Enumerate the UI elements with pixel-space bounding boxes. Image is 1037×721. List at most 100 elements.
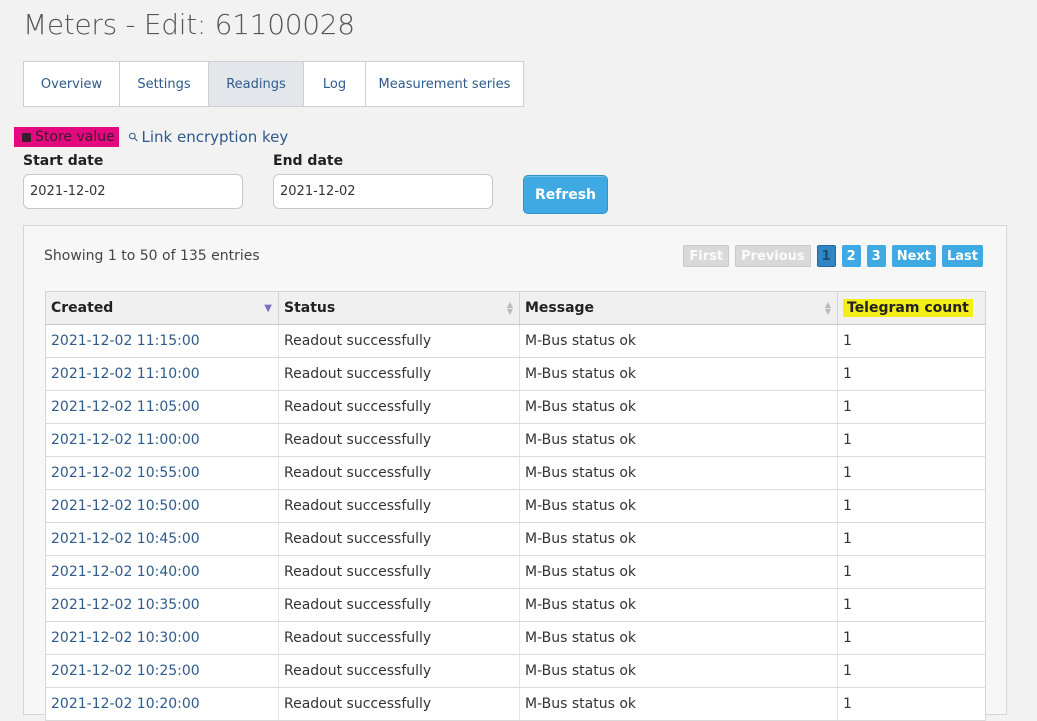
column-telegram-count-label: Telegram count xyxy=(843,299,973,317)
cell-status: Readout successfully xyxy=(278,423,520,457)
pager-first-button[interactable]: First xyxy=(683,245,730,267)
column-header-status[interactable]: Status ▲ ▼ xyxy=(278,291,520,325)
end-date-input[interactable] xyxy=(273,174,493,209)
tab-measurement-series[interactable]: Measurement series xyxy=(366,62,523,106)
cell-created: 2021-12-02 11:10:00 xyxy=(45,357,279,391)
cell-message: M-Bus status ok xyxy=(519,654,838,688)
pager-page-2[interactable]: 2 xyxy=(841,245,861,267)
cell-telegram-count: 1 xyxy=(837,654,986,688)
cell-created: 2021-12-02 10:20:00 xyxy=(45,687,279,721)
start-date-label: Start date xyxy=(23,153,104,169)
cell-status: Readout successfully xyxy=(278,522,520,556)
cell-status: Readout successfully xyxy=(278,588,520,622)
cell-message: M-Bus status ok xyxy=(519,423,838,457)
created-link[interactable]: 2021-12-02 11:15:00 xyxy=(51,333,200,349)
created-link[interactable]: 2021-12-02 11:00:00 xyxy=(51,432,200,448)
cell-created: 2021-12-02 10:35:00 xyxy=(45,588,279,622)
table-row[interactable]: 2021-12-02 10:45:00 Readout successfully M… xyxy=(45,522,986,556)
created-link[interactable]: 2021-12-02 11:05:00 xyxy=(51,399,200,415)
link-encryption-key-link[interactable]: ⚲ Link encryption key xyxy=(125,128,288,146)
created-link[interactable]: 2021-12-02 10:25:00 xyxy=(51,663,200,679)
cell-message: M-Bus status ok xyxy=(519,357,838,391)
cell-message: M-Bus status ok xyxy=(519,324,838,358)
table-row[interactable]: 2021-12-02 10:40:00 Readout successfully M… xyxy=(45,555,986,589)
tab-bar: Overview Settings Readings Log Measureme… xyxy=(23,61,524,107)
cell-created: 2021-12-02 10:40:00 xyxy=(45,555,279,589)
save-icon xyxy=(22,132,31,142)
action-bar: Store value ⚲ Link encryption key xyxy=(14,126,288,148)
created-link[interactable]: 2021-12-02 10:50:00 xyxy=(51,498,200,514)
created-link[interactable]: 2021-12-02 10:35:00 xyxy=(51,597,200,613)
pager-previous-button[interactable]: Previous xyxy=(735,245,811,267)
table-row[interactable]: 2021-12-02 10:25:00 Readout successfully M… xyxy=(45,654,986,688)
cell-created: 2021-12-02 10:55:00 xyxy=(45,456,279,490)
cell-created: 2021-12-02 10:45:00 xyxy=(45,522,279,556)
page-title: Meters - Edit: 61100028 xyxy=(23,8,355,41)
pagination: First Previous 1 2 3 Next Last xyxy=(683,245,983,267)
cell-telegram-count: 1 xyxy=(837,621,986,655)
tab-readings[interactable]: Readings xyxy=(209,62,304,106)
cell-status: Readout successfully xyxy=(278,621,520,655)
tab-settings[interactable]: Settings xyxy=(120,62,209,106)
store-value-label: Store value xyxy=(35,129,115,145)
tab-overview[interactable]: Overview xyxy=(24,62,120,106)
cell-message: M-Bus status ok xyxy=(519,555,838,589)
created-link[interactable]: 2021-12-02 10:45:00 xyxy=(51,531,200,547)
cell-created: 2021-12-02 11:05:00 xyxy=(45,390,279,424)
table-row[interactable]: 2021-12-02 11:05:00 Readout successfully M… xyxy=(45,390,986,424)
sort-desc-icon: ▼ xyxy=(264,303,272,314)
tab-log[interactable]: Log xyxy=(304,62,366,106)
table-row[interactable]: 2021-12-02 10:55:00 Readout successfully M… xyxy=(45,456,986,490)
cell-message: M-Bus status ok xyxy=(519,522,838,556)
table-body: 2021-12-02 11:15:00 Readout successfully M… xyxy=(45,324,986,721)
column-message-label: Message xyxy=(525,300,595,316)
start-date-input[interactable] xyxy=(23,174,243,209)
cell-created: 2021-12-02 11:00:00 xyxy=(45,423,279,457)
created-link[interactable]: 2021-12-02 10:20:00 xyxy=(51,696,200,712)
cell-telegram-count: 1 xyxy=(837,489,986,523)
column-header-created[interactable]: Created ▼ xyxy=(45,291,279,325)
end-date-label: End date xyxy=(273,153,344,169)
cell-status: Readout successfully xyxy=(278,456,520,490)
pager-last-button[interactable]: Last xyxy=(941,245,983,267)
cell-status: Readout successfully xyxy=(278,555,520,589)
pager-page-1[interactable]: 1 xyxy=(816,245,836,267)
created-link[interactable]: 2021-12-02 10:40:00 xyxy=(51,564,200,580)
table-info: Showing 1 to 50 of 135 entries xyxy=(44,248,260,264)
cell-created: 2021-12-02 10:50:00 xyxy=(45,489,279,523)
cell-status: Readout successfully xyxy=(278,654,520,688)
cell-message: M-Bus status ok xyxy=(519,390,838,424)
cell-message: M-Bus status ok xyxy=(519,588,838,622)
table-row[interactable]: 2021-12-02 11:15:00 Readout successfully M… xyxy=(45,324,986,358)
created-link[interactable]: 2021-12-02 11:10:00 xyxy=(51,366,200,382)
column-header-message[interactable]: Message ▲ ▼ xyxy=(519,291,838,325)
sort-icon: ▲ ▼ xyxy=(506,300,513,316)
readings-table: Created ▼ Status ▲ ▼ Message ▲ ▼ Telegram … xyxy=(45,291,986,721)
cell-telegram-count: 1 xyxy=(837,324,986,358)
table-row[interactable]: 2021-12-02 10:35:00 Readout successfully M… xyxy=(45,588,986,622)
column-status-label: Status xyxy=(284,300,336,316)
table-row[interactable]: 2021-12-02 10:30:00 Readout successfully M… xyxy=(45,621,986,655)
cell-telegram-count: 1 xyxy=(837,588,986,622)
column-header-telegram-count[interactable]: Telegram count xyxy=(837,291,986,325)
table-header-row: Created ▼ Status ▲ ▼ Message ▲ ▼ Telegram … xyxy=(45,291,986,325)
cell-telegram-count: 1 xyxy=(837,357,986,391)
created-link[interactable]: 2021-12-02 10:55:00 xyxy=(51,465,200,481)
cell-telegram-count: 1 xyxy=(837,522,986,556)
pager-next-button[interactable]: Next xyxy=(891,245,936,267)
cell-telegram-count: 1 xyxy=(837,423,986,457)
cell-status: Readout successfully xyxy=(278,489,520,523)
table-row[interactable]: 2021-12-02 11:00:00 Readout successfully M… xyxy=(45,423,986,457)
table-row[interactable]: 2021-12-02 10:50:00 Readout successfully M… xyxy=(45,489,986,523)
store-value-button[interactable]: Store value xyxy=(14,127,119,147)
cell-telegram-count: 1 xyxy=(837,456,986,490)
cell-message: M-Bus status ok xyxy=(519,687,838,721)
created-link[interactable]: 2021-12-02 10:30:00 xyxy=(51,630,200,646)
table-row[interactable]: 2021-12-02 10:20:00 Readout successfully M… xyxy=(45,687,986,721)
cell-telegram-count: 1 xyxy=(837,687,986,721)
cell-status: Readout successfully xyxy=(278,390,520,424)
table-row[interactable]: 2021-12-02 11:10:00 Readout successfully M… xyxy=(45,357,986,391)
pager-page-3[interactable]: 3 xyxy=(866,245,886,267)
refresh-button[interactable]: Refresh xyxy=(523,175,608,214)
cell-status: Readout successfully xyxy=(278,687,520,721)
